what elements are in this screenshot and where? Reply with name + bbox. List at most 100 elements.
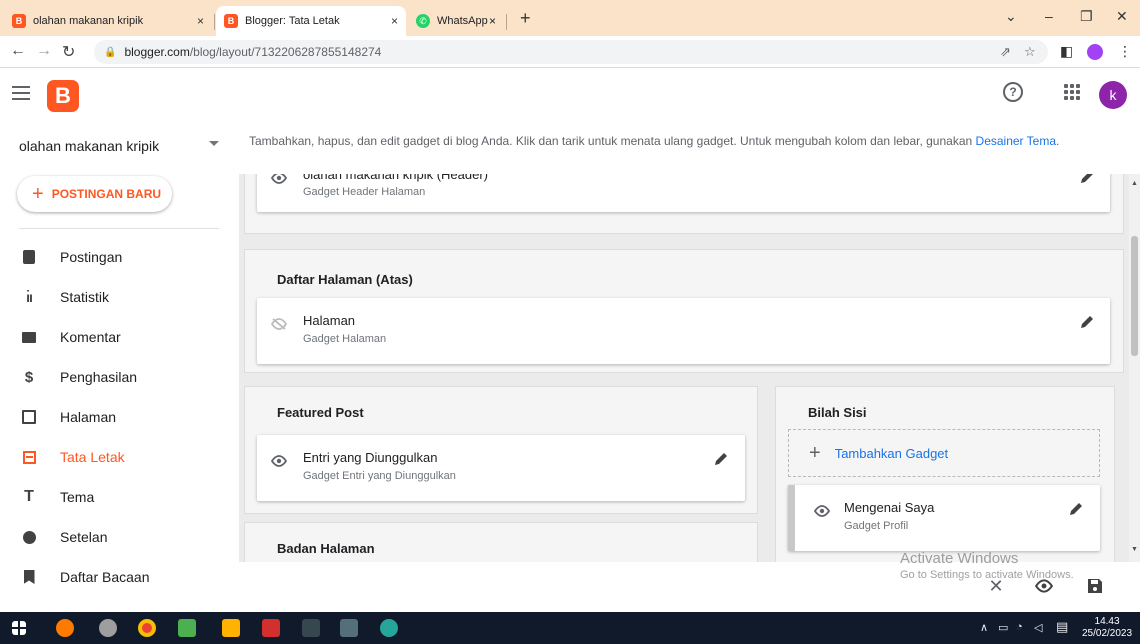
- comments-icon: [21, 329, 37, 345]
- edit-pencil-icon[interactable]: [1079, 174, 1095, 185]
- sidebar-item-halaman[interactable]: Halaman: [0, 397, 239, 437]
- close-window-icon[interactable]: ✕: [1116, 8, 1128, 25]
- gadget-type: Gadget Entri yang Diunggulkan: [303, 470, 456, 482]
- chrome-active-icon[interactable]: [380, 619, 398, 637]
- layout-icon: [21, 449, 37, 465]
- scroll-down-icon[interactable]: ▼: [1131, 546, 1138, 553]
- layout-instructions: Tambahkan, hapus, dan edit gadget di blo…: [249, 132, 1119, 151]
- bookmark-star-icon[interactable]: ☆: [1024, 44, 1036, 60]
- browser-tab-strip: B olahan makanan kripik × B Blogger: Tat…: [0, 0, 1140, 36]
- app-icon[interactable]: [302, 619, 320, 637]
- theme-designer-link[interactable]: Desainer Tema: [976, 134, 1056, 148]
- app-icon[interactable]: [99, 619, 117, 637]
- reload-icon[interactable]: ↻: [62, 42, 75, 62]
- avatar[interactable]: k: [1099, 81, 1127, 109]
- forward-arrow-icon[interactable]: →: [36, 42, 52, 60]
- sidebar-item-label: Daftar Bacaan: [60, 569, 150, 585]
- apps-grid-icon[interactable]: [1064, 84, 1080, 100]
- close-tab-icon[interactable]: ×: [391, 14, 398, 28]
- sidebar-item-tema[interactable]: T Tema: [0, 477, 239, 517]
- save-icon[interactable]: [1085, 576, 1105, 596]
- sidebar-item-label: Statistik: [60, 289, 110, 305]
- tab-blogger-tata-letak[interactable]: B Blogger: Tata Letak ×: [216, 6, 406, 36]
- hamburger-menu-icon[interactable]: [12, 86, 30, 104]
- visible-eye-icon[interactable]: [271, 174, 287, 184]
- sidebar-item-postingan[interactable]: Postingan: [0, 237, 239, 277]
- sidebar-divider: [19, 228, 219, 229]
- firefox-icon[interactable]: [56, 619, 74, 637]
- help-icon[interactable]: ?: [1003, 82, 1023, 102]
- edit-pencil-icon[interactable]: [1068, 501, 1084, 517]
- hidden-eye-icon[interactable]: [271, 318, 287, 330]
- layout-canvas: olahan makanan kripik (Header) Gadget He…: [239, 174, 1129, 562]
- browser-toolbar: ← → ↻ 🔒 blogger.com/blog/layout/71322062…: [0, 36, 1140, 68]
- sidebar-item-daftar-bacaan[interactable]: Daftar Bacaan: [0, 557, 239, 597]
- windows-taskbar: ∧ ▭ ◔ ◁ ▤ 14.43 25/02/2023: [0, 612, 1140, 644]
- side-panel-icon[interactable]: ◧: [1060, 43, 1073, 60]
- sidebar-item-tata-letak[interactable]: Tata Letak: [0, 437, 239, 477]
- intro-period: .: [1056, 134, 1060, 148]
- gadget-name: olahan makanan kripik (Header): [303, 174, 488, 182]
- address-bar[interactable]: 🔒 blogger.com/blog/layout/71322062878551…: [94, 40, 1048, 64]
- wifi-icon[interactable]: ◔: [1016, 621, 1023, 633]
- browser-menu-icon[interactable]: ⋮: [1118, 43, 1132, 60]
- vertical-scrollbar[interactable]: ▲ ▼: [1129, 174, 1140, 562]
- edit-pencil-icon[interactable]: [1079, 314, 1095, 330]
- edit-pencil-icon[interactable]: [713, 451, 729, 467]
- add-gadget-label: Tambahkan Gadget: [834, 445, 949, 461]
- visible-eye-icon[interactable]: [271, 455, 287, 467]
- sidebar-item-komentar[interactable]: Komentar: [0, 317, 239, 357]
- new-post-button[interactable]: + POSTINGAN BARU: [17, 176, 172, 212]
- profile-gadget[interactable]: Mengenai Saya Gadget Profil: [788, 485, 1100, 551]
- watermark-line2: Go to Settings to activate Windows.: [900, 569, 1074, 581]
- browser-profile-icon[interactable]: [1087, 44, 1103, 60]
- blog-name: olahan makanan kripik: [19, 138, 160, 154]
- share-icon[interactable]: ⇗: [1000, 44, 1011, 60]
- file-explorer-icon[interactable]: [222, 619, 240, 637]
- sidebar-item-penghasilan[interactable]: $ Penghasilan: [0, 357, 239, 397]
- sidebar-item-statistik[interactable]: ı̇ı Statistik: [0, 277, 239, 317]
- pdf-reader-icon[interactable]: [262, 619, 280, 637]
- blogger-logo-icon[interactable]: B: [47, 80, 79, 112]
- tab-olahan-makanan-kripik[interactable]: B olahan makanan kripik ×: [4, 6, 212, 36]
- visible-eye-icon[interactable]: [814, 505, 830, 517]
- plus-icon: +: [809, 442, 821, 464]
- drag-handle-icon[interactable]: [788, 485, 795, 551]
- scroll-up-icon[interactable]: ▲: [1131, 180, 1138, 187]
- notification-icon[interactable]: ▤: [1056, 619, 1068, 635]
- body-section: Badan Halaman: [244, 522, 758, 562]
- photos-icon[interactable]: [178, 619, 196, 637]
- clock-date: 25/02/2023: [1082, 628, 1133, 639]
- scrollbar-thumb[interactable]: [1131, 236, 1138, 356]
- header-gadget[interactable]: olahan makanan kripik (Header) Gadget He…: [257, 174, 1110, 212]
- featured-post-gadget[interactable]: Entri yang Diunggulkan Gadget Entri yang…: [257, 435, 745, 501]
- intro-text: Tambahkan, hapus, dan edit gadget di blo…: [249, 134, 973, 148]
- new-tab-button[interactable]: +: [520, 8, 531, 29]
- taskbar-clock[interactable]: 14.43 25/02/2023: [1082, 616, 1132, 640]
- gadget-type: Gadget Halaman: [303, 333, 387, 345]
- plus-icon: +: [32, 183, 44, 205]
- windows-start-icon[interactable]: [12, 621, 26, 635]
- dropdown-caret-icon: [209, 141, 219, 146]
- back-arrow-icon[interactable]: ←: [10, 42, 26, 60]
- close-tab-icon[interactable]: ×: [197, 14, 204, 28]
- windows-activation-watermark: Activate Windows Go to Settings to activ…: [900, 550, 1074, 581]
- close-tab-icon[interactable]: ×: [489, 14, 496, 28]
- watermark-line1: Activate Windows: [900, 550, 1019, 567]
- sidebar-item-label: Tata Letak: [60, 449, 125, 465]
- blogger-header: B ? k: [0, 68, 1140, 124]
- sidebar-item-setelan[interactable]: Setelan: [0, 517, 239, 557]
- volume-icon[interactable]: ◁: [1034, 621, 1042, 634]
- pages-gadget[interactable]: Halaman Gadget Halaman: [257, 298, 1110, 364]
- tray-chevron-icon[interactable]: ∧: [980, 621, 988, 634]
- tab-search-icon[interactable]: ⌄: [1005, 8, 1017, 25]
- section-title: Bilah Sisi: [808, 405, 867, 420]
- blog-selector[interactable]: olahan makanan kripik: [19, 138, 219, 154]
- chrome-icon[interactable]: [138, 619, 156, 637]
- restore-icon[interactable]: ❐: [1080, 8, 1093, 25]
- minimize-icon[interactable]: –: [1045, 8, 1053, 24]
- add-gadget-button[interactable]: + Tambahkan Gadget: [788, 429, 1100, 477]
- battery-icon[interactable]: ▭: [998, 621, 1008, 634]
- app-icon[interactable]: [340, 619, 358, 637]
- sidebar: olahan makanan kripik + POSTINGAN BARU P…: [0, 124, 239, 612]
